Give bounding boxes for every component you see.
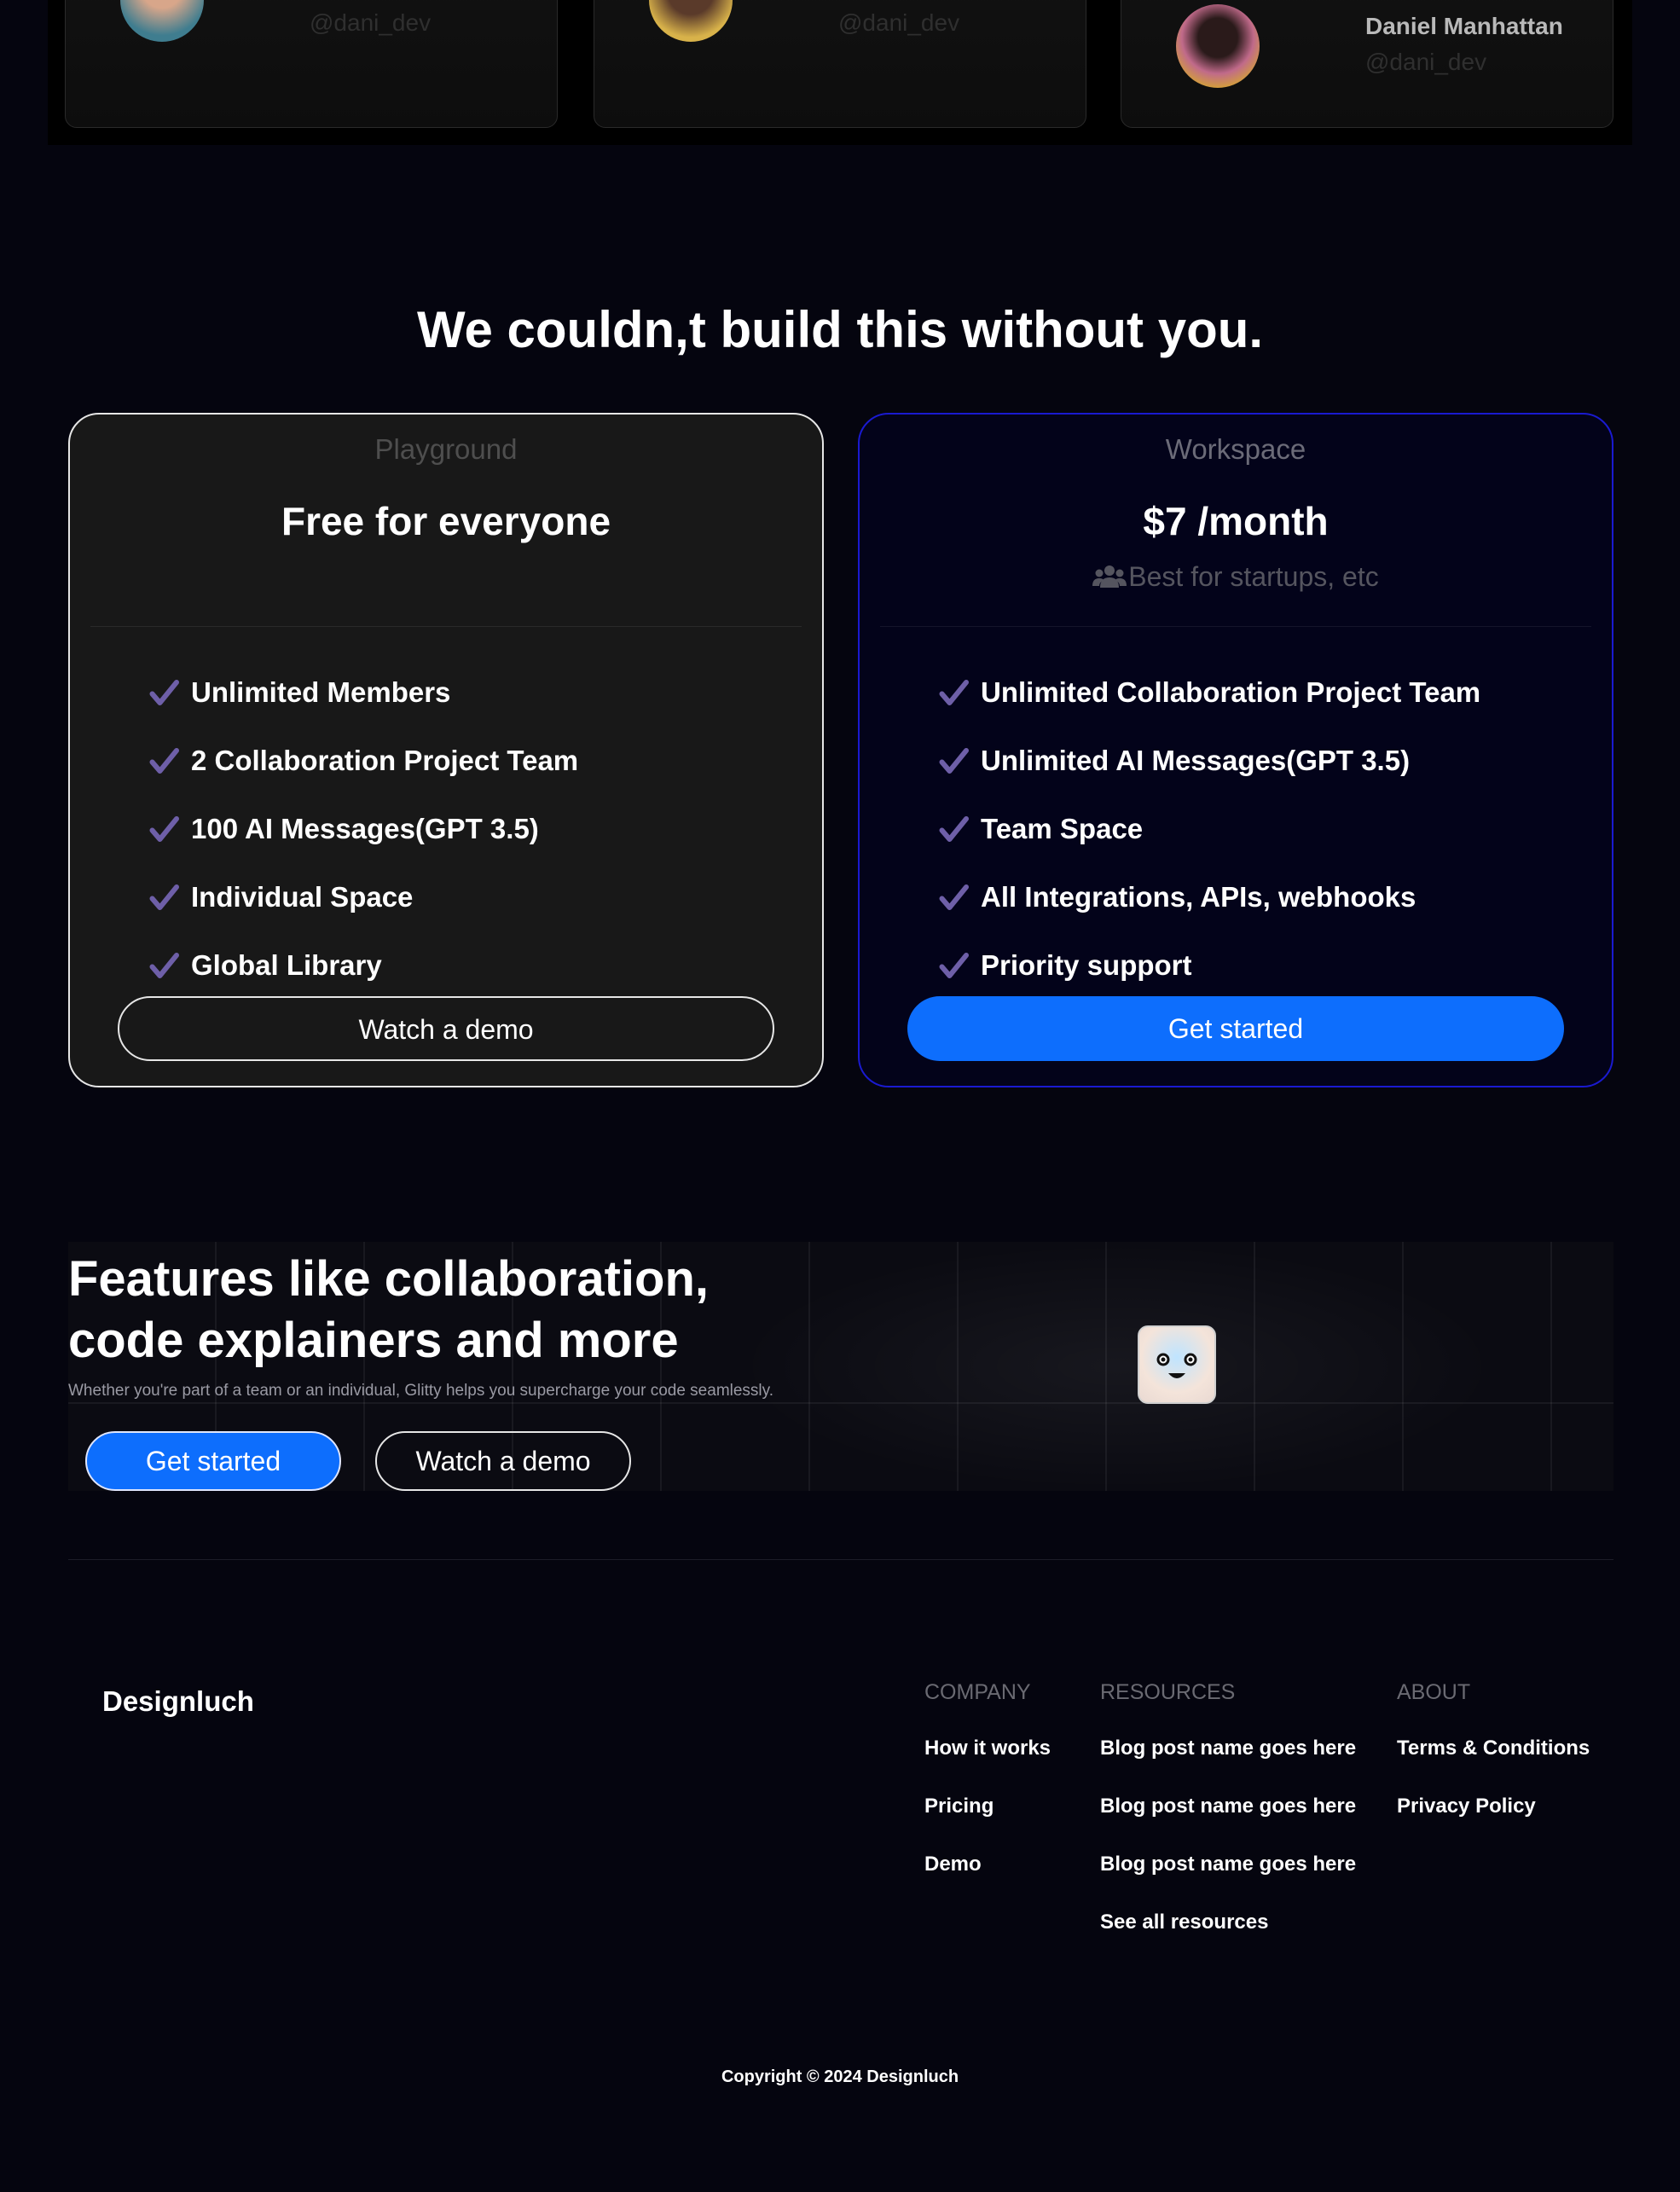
footer-link-terms[interactable]: Terms & Conditions	[1397, 1737, 1590, 1766]
footer-link-blog-post[interactable]: Blog post name goes here	[1100, 1795, 1356, 1824]
features-banner: Features like collaboration, code explai…	[68, 1242, 1613, 1491]
check-icon	[939, 884, 969, 910]
banner-title-line1: Features like collaboration,	[68, 1251, 709, 1307]
page: @dani_dev @dani_dev Daniel Manhattan @da…	[0, 0, 1680, 2192]
feature-label: Unlimited Collaboration Project Team	[981, 676, 1481, 708]
footer-link-pricing[interactable]: Pricing	[924, 1795, 1051, 1824]
feature-item: Unlimited AI Messages(GPT 3.5)	[938, 727, 1480, 795]
footer-link-how-it-works[interactable]: How it works	[924, 1737, 1051, 1766]
footer-divider	[68, 1559, 1613, 1560]
feature-item: 2 Collaboration Project Team	[148, 727, 578, 795]
check-icon	[939, 953, 969, 978]
feature-label: Global Library	[191, 949, 382, 981]
feature-list: Unlimited Collaboration Project Team Unl…	[938, 658, 1480, 1000]
check-icon	[939, 816, 969, 842]
banner-watch-demo-button[interactable]: Watch a demo	[375, 1431, 631, 1491]
footer-column-company: COMPANY How it works Pricing Demo	[924, 1680, 1051, 1882]
feature-label: Unlimited AI Messages(GPT 3.5)	[981, 745, 1411, 776]
banner-title: Features like collaboration, code explai…	[68, 1249, 836, 1371]
banner-glow	[733, 1242, 1501, 1491]
feature-item: Global Library	[148, 931, 578, 1000]
feature-label: All Integrations, APIs, webhooks	[981, 881, 1416, 913]
feature-label: 100 AI Messages(GPT 3.5)	[191, 813, 539, 844]
avatar	[649, 0, 733, 42]
users-icon	[1092, 565, 1127, 588]
feature-item: Team Space	[938, 795, 1480, 863]
footer-link-see-all-resources[interactable]: See all resources	[1100, 1911, 1356, 1940]
footer-column-heading: COMPANY	[924, 1680, 1031, 1704]
testimonial-handle: @dani_dev	[838, 9, 960, 36]
robot-face-icon	[1138, 1325, 1216, 1404]
plan-price: Free for everyone	[281, 499, 611, 543]
check-icon	[149, 953, 179, 978]
plan-divider	[880, 626, 1591, 627]
check-icon	[149, 884, 179, 910]
check-icon	[149, 748, 179, 774]
footer-column-heading: ABOUT	[1397, 1680, 1471, 1704]
plan-divider	[90, 626, 802, 627]
footer-link-demo[interactable]: Demo	[924, 1853, 1051, 1882]
copyright: Copyright © 2024 Designluch	[721, 2067, 959, 2086]
footer-column-heading: RESOURCES	[1100, 1680, 1236, 1704]
testimonial-card: @dani_dev	[594, 0, 1086, 128]
footer-column-resources: RESOURCES Blog post name goes here Blog …	[1100, 1680, 1356, 1940]
feature-label: Individual Space	[191, 881, 414, 913]
testimonial-handle: @dani_dev	[1365, 49, 1487, 75]
plan-subtitle-text: Best for startups, etc	[1128, 561, 1379, 592]
check-icon	[149, 816, 179, 842]
feature-list: Unlimited Members 2 Collaboration Projec…	[148, 658, 578, 1000]
feature-item: Unlimited Members	[148, 658, 578, 727]
check-icon	[939, 748, 969, 774]
check-icon	[149, 680, 179, 705]
feature-label: 2 Collaboration Project Team	[191, 745, 579, 776]
feature-item: 100 AI Messages(GPT 3.5)	[148, 795, 578, 863]
feature-item: All Integrations, APIs, webhooks	[938, 863, 1480, 931]
banner-get-started-button[interactable]: Get started	[85, 1431, 341, 1491]
testimonial-card: @dani_dev	[65, 0, 558, 128]
avatar	[1176, 4, 1260, 88]
testimonials-strip: @dani_dev @dani_dev Daniel Manhattan @da…	[48, 0, 1632, 145]
plan-name: Workspace	[1165, 433, 1306, 465]
banner-description: Whether you're part of a team or an indi…	[68, 1382, 774, 1400]
feature-item: Unlimited Collaboration Project Team	[938, 658, 1480, 727]
footer-link-blog-post[interactable]: Blog post name goes here	[1100, 1853, 1356, 1882]
feature-label: Priority support	[981, 949, 1192, 981]
feature-item: Priority support	[938, 931, 1480, 1000]
testimonial-name: Daniel Manhattan	[1365, 13, 1563, 39]
feature-label: Team Space	[981, 813, 1144, 844]
plan-price: $7 /month	[1143, 499, 1329, 543]
banner-title-line2: code explainers and more	[68, 1313, 679, 1368]
footer-column-about: ABOUT Terms & Conditions Privacy Policy	[1397, 1680, 1590, 1824]
feature-label: Unlimited Members	[191, 676, 451, 708]
testimonial-handle: @dani_dev	[310, 9, 432, 36]
watch-demo-button[interactable]: Watch a demo	[118, 996, 774, 1061]
plan-subtitle: Best for startups, etc	[860, 561, 1612, 593]
footer-link-blog-post[interactable]: Blog post name goes here	[1100, 1737, 1356, 1766]
get-started-button[interactable]: Get started	[907, 996, 1564, 1061]
feature-item: Individual Space	[148, 863, 578, 931]
testimonial-card: Daniel Manhattan @dani_dev	[1121, 0, 1613, 128]
avatar	[120, 0, 204, 42]
check-icon	[939, 680, 969, 705]
pricing-title: We couldn,t build this without you.	[416, 301, 1264, 358]
plan-card-workspace: Workspace $7 /month Best for startups, e…	[858, 413, 1613, 1087]
footer-brand[interactable]: Designluch	[102, 1685, 254, 1718]
footer-link-privacy[interactable]: Privacy Policy	[1397, 1795, 1590, 1824]
plan-card-playground: Playground Free for everyone Unlimited M…	[68, 413, 824, 1087]
plan-name: Playground	[374, 433, 518, 465]
